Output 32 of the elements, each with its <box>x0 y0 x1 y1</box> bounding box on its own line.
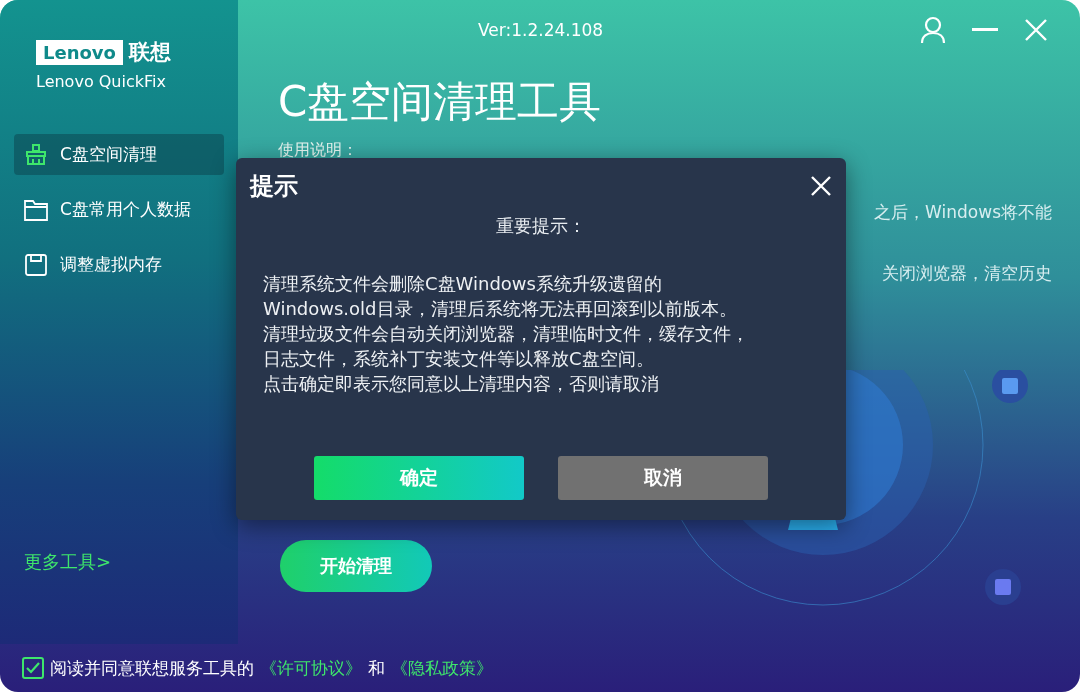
privacy-link[interactable]: 《隐私政策》 <box>391 656 493 680</box>
license-link[interactable]: 《许可协议》 <box>260 656 362 680</box>
minimize-icon[interactable] <box>972 28 998 32</box>
dialog-text: 清理系统文件会删除C盘Windows系统升级遗留的 <box>263 272 663 295</box>
folder-icon <box>24 198 48 221</box>
dialog-text: 清理垃圾文件会自动关闭浏览器，清理临时文件，缓存文件， <box>263 322 750 345</box>
check-icon <box>26 662 40 674</box>
dialog-text: 点击确定即表示您同意以上清理内容，否则请取消 <box>263 372 660 395</box>
save-icon <box>24 252 48 277</box>
agreement-checkbox[interactable] <box>22 657 44 679</box>
instructions-label: 使用说明： <box>278 140 359 161</box>
sidebar-item[interactable]: 调整虚拟内存 <box>14 244 224 285</box>
sidebar-item[interactable]: C盘常用个人数据 <box>14 189 224 230</box>
dialog-heading: 重要提示： <box>496 214 586 238</box>
page-title: C盘空间清理工具 <box>278 76 603 128</box>
version-label: Ver:1.2.24.108 <box>478 20 604 40</box>
brand-logo: Lenovo <box>36 39 123 65</box>
agreement-text: 和 <box>368 656 385 680</box>
brand-name: 联想 <box>128 39 171 66</box>
dialog-title: 提示 <box>250 171 298 202</box>
dialog-text: Windows.old目录，清理后系统将无法再回滚到以前版本。 <box>263 297 738 320</box>
broom-icon <box>24 142 48 167</box>
user-icon[interactable] <box>920 16 946 44</box>
close-icon[interactable] <box>810 175 832 197</box>
sidebar-item[interactable]: C盘空间清理 <box>14 134 224 175</box>
product-name: Lenovo QuickFix <box>35 72 167 91</box>
dialog-text: 日志文件，系统补丁安装文件等以释放C盘空间。 <box>263 347 655 370</box>
more-tools-link[interactable]: 更多工具> <box>14 550 224 574</box>
cancel-button[interactable]: 取消 <box>558 456 768 500</box>
agreement-text: 阅读并同意联想服务工具的 <box>50 656 254 680</box>
instruction-text: 之后，Windows将不能 <box>874 201 1052 224</box>
instruction-text: 关闭浏览器，清空历史 <box>882 262 1052 285</box>
